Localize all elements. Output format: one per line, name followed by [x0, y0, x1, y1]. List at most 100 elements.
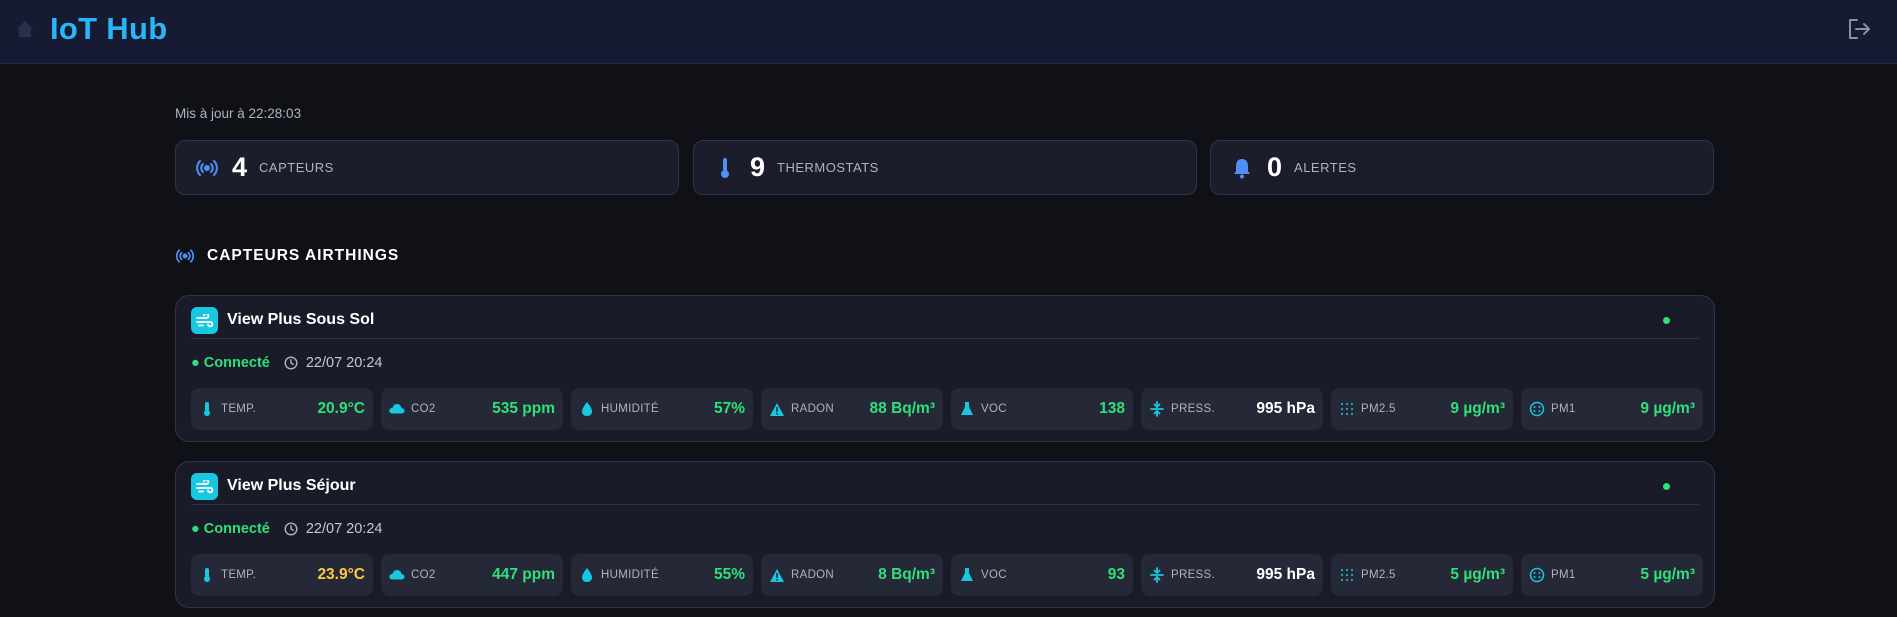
metric-tile[interactable]: PM2.5 9 µg/m³	[1331, 388, 1513, 430]
last-seen-time: 22/07 20:24	[305, 521, 383, 537]
stat-label: CAPTEURS	[259, 160, 334, 175]
metrics-row: TEMP. 23.9°C CO2 447 ppm HUMIDITÉ 55% RA…	[191, 554, 1703, 596]
metric-value: 995 hPa	[1256, 566, 1315, 583]
device-status-row: ● Connecté 22/07 20:24	[191, 355, 382, 371]
metric-tile[interactable]: PRESS. 995 hPa	[1141, 388, 1323, 430]
app-title: IoT Hub	[50, 11, 168, 46]
flask-icon	[959, 567, 975, 583]
particles-grid-icon	[1339, 401, 1355, 417]
last-seen-time: 22/07 20:24	[305, 355, 383, 371]
device-header: View Plus Sous Sol	[191, 307, 1699, 339]
metric-label: PRESS.	[1171, 403, 1215, 415]
metric-label: HUMIDITÉ	[601, 403, 659, 415]
metrics-row: TEMP. 20.9°C CO2 535 ppm HUMIDITÉ 57% RA…	[191, 388, 1703, 430]
stat-label: THERMOSTATS	[777, 160, 879, 175]
metric-tile[interactable]: TEMP. 20.9°C	[191, 388, 373, 430]
cloud-icon	[389, 401, 405, 417]
metric-label: RADON	[791, 569, 835, 581]
metric-label: VOC	[981, 569, 1007, 581]
metric-value: 9 µg/m³	[1450, 400, 1505, 417]
metric-value: 447 ppm	[492, 566, 555, 583]
metric-tile[interactable]: VOC 138	[951, 388, 1133, 430]
home-icon[interactable]	[14, 18, 36, 40]
thermometer-icon	[199, 567, 215, 583]
metric-label: PM2.5	[1361, 569, 1396, 581]
metric-label: CO2	[411, 569, 436, 581]
top-bar: IoT Hub	[0, 0, 1897, 64]
thermometer-icon	[712, 155, 738, 181]
metric-label: TEMP.	[221, 569, 257, 581]
connection-status: ● Connecté	[191, 355, 270, 371]
device-name: View Plus Séjour	[227, 477, 356, 494]
particles-grid-icon	[1339, 567, 1355, 583]
particles-circle-icon	[1529, 401, 1545, 417]
metric-value: 55%	[713, 566, 745, 583]
metric-tile[interactable]: CO2 535 ppm	[381, 388, 563, 430]
metric-label: VOC	[981, 403, 1007, 415]
metric-value: 23.9°C	[317, 566, 365, 583]
metric-label: PM1	[1551, 569, 1576, 581]
device-header: View Plus Séjour	[191, 473, 1699, 505]
thermometer-icon	[199, 401, 215, 417]
device-card[interactable]: View Plus Sous Sol ● Connecté 22/07 20:2…	[175, 295, 1715, 442]
stat-value: 4	[232, 152, 248, 182]
metric-value: 138	[1099, 400, 1125, 417]
device-status-row: ● Connecté 22/07 20:24	[191, 521, 382, 537]
radon-warning-icon	[769, 567, 785, 583]
metric-tile[interactable]: CO2 447 ppm	[381, 554, 563, 596]
cloud-icon	[389, 567, 405, 583]
logout-icon[interactable]	[1846, 16, 1872, 42]
stat-value: 0	[1267, 152, 1283, 182]
stat-label: ALERTES	[1294, 160, 1357, 175]
section-title: CAPTEURS AIRTHINGS	[207, 247, 400, 264]
metric-tile[interactable]: RADON 8 Bq/m³	[761, 554, 943, 596]
pressure-icon	[1149, 567, 1165, 583]
metric-tile[interactable]: PM2.5 5 µg/m³	[1331, 554, 1513, 596]
metric-tile[interactable]: PRESS. 995 hPa	[1141, 554, 1323, 596]
stat-card-sensors[interactable]: 4 CAPTEURS	[175, 140, 679, 195]
flask-icon	[959, 401, 975, 417]
sensor-broadcast-icon	[175, 246, 195, 266]
metric-tile[interactable]: RADON 88 Bq/m³	[761, 388, 943, 430]
metric-tile[interactable]: HUMIDITÉ 57%	[571, 388, 753, 430]
metric-value: 995 hPa	[1256, 400, 1315, 417]
stat-card-thermostats[interactable]: 9 THERMOSTATS	[693, 140, 1197, 195]
pressure-icon	[1149, 401, 1165, 417]
metric-label: PM1	[1551, 403, 1576, 415]
metric-label: CO2	[411, 403, 436, 415]
metric-value: 57%	[713, 400, 745, 417]
bell-icon	[1229, 155, 1255, 181]
metric-label: TEMP.	[221, 403, 257, 415]
stat-card-alerts[interactable]: 0 ALERTES	[1210, 140, 1714, 195]
metric-tile[interactable]: HUMIDITÉ 55%	[571, 554, 753, 596]
metric-value: 93	[1107, 566, 1125, 583]
online-indicator-dot	[1663, 317, 1670, 324]
particles-circle-icon	[1529, 567, 1545, 583]
section-header: CAPTEURS AIRTHINGS	[175, 246, 399, 266]
stat-value: 9	[750, 152, 766, 182]
metric-tile[interactable]: PM1 5 µg/m³	[1521, 554, 1703, 596]
droplet-icon	[579, 567, 595, 583]
metric-value: 88 Bq/m³	[869, 400, 935, 417]
sensor-broadcast-icon	[194, 155, 220, 181]
radon-warning-icon	[769, 401, 785, 417]
metric-value: 5 µg/m³	[1450, 566, 1505, 583]
metric-label: HUMIDITÉ	[601, 569, 659, 581]
metric-label: PRESS.	[1171, 569, 1215, 581]
metric-tile[interactable]: PM1 9 µg/m³	[1521, 388, 1703, 430]
online-indicator-dot	[1663, 483, 1670, 490]
last-updated-text: Mis à jour à 22:28:03	[175, 106, 302, 121]
metric-value: 20.9°C	[317, 400, 365, 417]
metric-tile[interactable]: TEMP. 23.9°C	[191, 554, 373, 596]
connection-status: ● Connecté	[191, 521, 270, 537]
metric-value: 535 ppm	[492, 400, 555, 417]
device-card[interactable]: View Plus Séjour ● Connecté 22/07 20:24 …	[175, 461, 1715, 608]
air-sensor-icon	[191, 307, 218, 334]
metric-tile[interactable]: VOC 93	[951, 554, 1133, 596]
clock-icon	[284, 356, 298, 370]
metric-value: 5 µg/m³	[1640, 566, 1695, 583]
air-sensor-icon	[191, 473, 218, 500]
metric-label: PM2.5	[1361, 403, 1396, 415]
clock-icon	[284, 522, 298, 536]
metric-label: RADON	[791, 403, 835, 415]
